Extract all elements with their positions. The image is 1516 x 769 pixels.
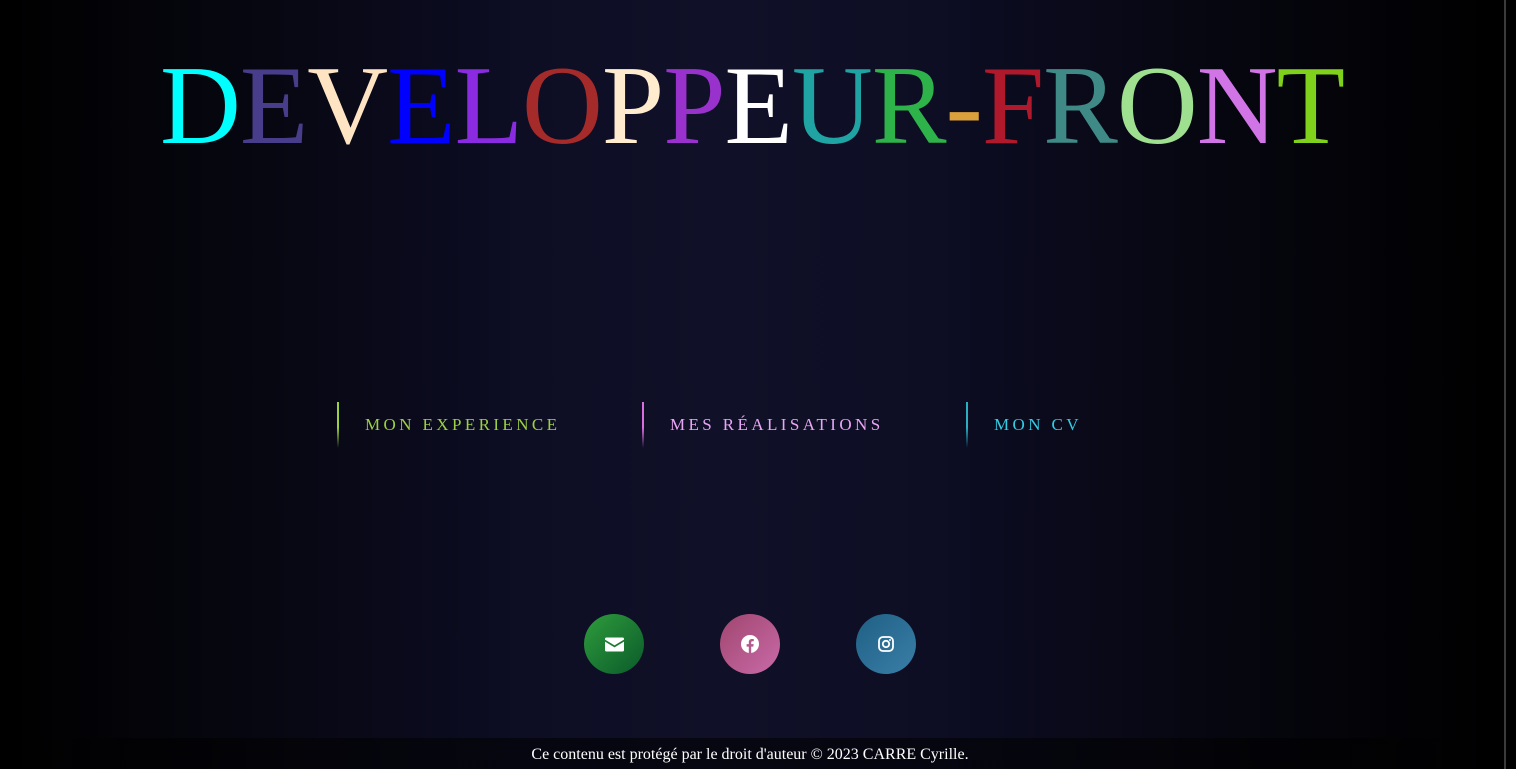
title-letter: E: [387, 44, 455, 168]
title-letter: E: [724, 44, 793, 168]
title-letter: O: [1116, 44, 1198, 168]
nav-item-label: MES RÉALISATIONS: [670, 415, 884, 434]
social-links: [0, 614, 1504, 674]
title-letter: V: [307, 44, 388, 168]
nav-item-label: MON CV: [994, 415, 1082, 434]
title-letter: P: [663, 44, 725, 168]
nav-item-bar: [966, 402, 968, 448]
nav-item-realisations[interactable]: MES RÉALISATIONS: [642, 402, 884, 450]
envelope-icon: [604, 637, 624, 652]
facebook-icon: [741, 635, 759, 653]
nav-item-experience[interactable]: MON EXPERIENCE: [337, 402, 560, 450]
email-button[interactable]: [584, 614, 644, 674]
instagram-icon: [878, 636, 894, 652]
nav-item-label: MON EXPERIENCE: [365, 415, 561, 434]
title-letter: E: [239, 44, 308, 168]
title-letter: T: [1276, 44, 1345, 168]
title-letter: R: [1043, 44, 1118, 168]
title-letter: D: [159, 44, 241, 168]
nav-item-cv[interactable]: MON CV: [966, 402, 1082, 450]
copyright-text: Ce contenu est protégé par le droit d'au…: [531, 746, 969, 763]
title-letter: L: [454, 44, 523, 168]
page-title: DEVELOPPEUR-FRONT: [0, 46, 1504, 166]
title-letter: -: [945, 44, 983, 168]
title-letter: P: [601, 44, 664, 168]
facebook-button[interactable]: [720, 614, 780, 674]
nav-item-bar: [337, 402, 339, 448]
title-letter: N: [1196, 44, 1278, 168]
main-nav: MON EXPERIENCE MES RÉALISATIONS MON CV: [0, 402, 1504, 450]
title-letter: U: [791, 44, 873, 168]
title-letter: O: [522, 44, 603, 168]
title-letter: R: [871, 44, 947, 168]
footer: Ce contenu est protégé par le droit d'au…: [0, 738, 1504, 769]
instagram-button[interactable]: [856, 614, 916, 674]
title-letter: F: [981, 44, 1044, 168]
nav-item-bar: [642, 402, 644, 448]
page: DEVELOPPEUR-FRONT MON EXPERIENCE MES RÉA…: [0, 0, 1504, 769]
scrollbar-track[interactable]: [1506, 0, 1516, 769]
